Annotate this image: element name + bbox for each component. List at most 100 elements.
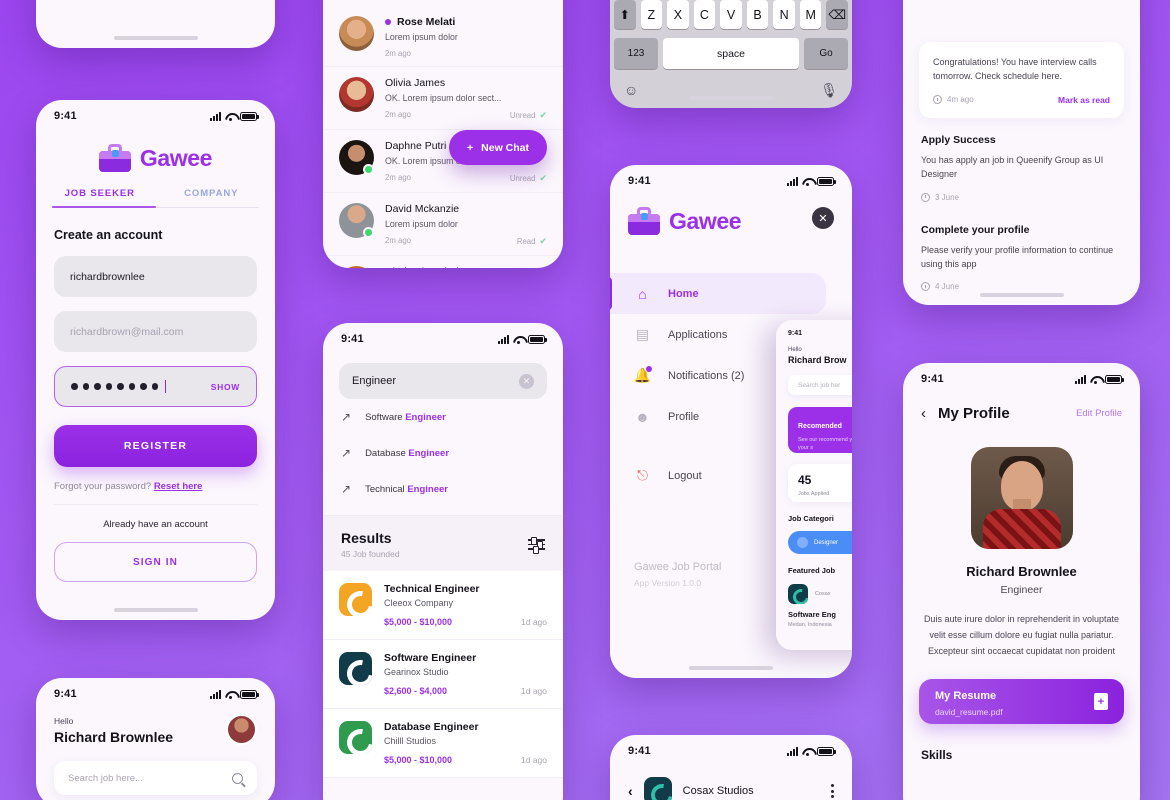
back-icon[interactable]: ‹ <box>628 783 633 799</box>
profile-name: Richard Brownlee <box>966 564 1077 579</box>
forgot-password-label: Forgot your password? <box>54 481 152 492</box>
suggestion-item[interactable]: ↗ Technical Engineer <box>323 471 563 507</box>
go-key[interactable]: Go <box>804 38 848 69</box>
suggestion-prefix: Database <box>365 447 409 459</box>
reset-here-link[interactable]: Reset here <box>154 481 203 492</box>
notification-title: Complete your profile <box>921 223 1030 236</box>
profile-screen: 9:41 ‹ My Profile Edit Profile Richard B… <box>903 363 1140 800</box>
close-icon[interactable]: ✕ <box>812 207 834 229</box>
company-logo-icon <box>643 777 672 800</box>
battery-icon <box>240 111 259 121</box>
notification-card-highlighted[interactable]: Congratulations! You have interview call… <box>919 42 1124 118</box>
search-results-screen: 9:41 Engineer ✕ ↗ Software Engineer ↗ Da… <box>323 323 563 800</box>
register-button[interactable]: REGISTER <box>54 425 257 467</box>
status-bar: 9:41 <box>903 363 1140 389</box>
search-input[interactable]: Search job her <box>788 375 852 395</box>
signal-icon <box>210 689 221 699</box>
featured-jobs-title: Featured Job <box>788 566 836 575</box>
drawer-item-home[interactable]: ⌂ Home <box>610 273 826 314</box>
results-count: 45 Job founded <box>341 549 400 559</box>
tab-company[interactable]: COMPANY <box>156 188 268 207</box>
key-b[interactable]: B <box>746 0 769 29</box>
chat-state: Unread <box>509 111 536 120</box>
edit-profile-link[interactable]: Edit Profile <box>1076 408 1122 419</box>
category-chip-designer[interactable]: Designer <box>788 531 852 554</box>
notification-item[interactable]: Complete your profile Please verify your… <box>903 202 1140 292</box>
jobs-applied-card[interactable]: 45 Jobs Applied <box>788 464 852 502</box>
password-field[interactable]: SHOW <box>54 366 257 407</box>
sign-in-button[interactable]: SIGN IN <box>54 542 257 582</box>
numeric-key[interactable]: 123 <box>614 38 658 69</box>
space-key[interactable]: space <box>663 38 799 69</box>
key-m[interactable]: M <box>799 0 822 29</box>
new-chat-label: New Chat <box>481 141 529 154</box>
more-options-icon[interactable] <box>831 784 834 798</box>
tab-job-seeker[interactable]: JOB SEEKER <box>44 188 156 207</box>
suggestion-match: Engineer <box>407 483 448 495</box>
microphone-icon[interactable]: 🎙 <box>820 82 838 99</box>
job-list-item[interactable]: Technical Engineer Cleeox Company $5,000… <box>323 571 563 640</box>
document-add-icon[interactable] <box>1094 693 1108 711</box>
wifi-icon <box>1090 375 1101 384</box>
status-time: 9:41 <box>628 175 651 187</box>
chat-time: 2m ago <box>385 110 412 119</box>
back-icon[interactable]: ‹ <box>921 405 926 422</box>
username-field[interactable]: richardbrownlee <box>54 256 257 297</box>
chat-list-item[interactable]: Olivia James OK. Lorem ipsum dolor sect.… <box>323 66 563 129</box>
job-list-item[interactable]: Database Engineer Chilll Studios $5,000 … <box>323 709 563 778</box>
job-salary: $5,000 - $10,000 <box>384 617 453 627</box>
wifi-icon <box>225 690 236 699</box>
password-dots <box>71 380 167 393</box>
key-v[interactable]: V <box>720 0 742 29</box>
home-screen-preview[interactable]: 9:41 Hello Richard Brow Search job her R… <box>776 320 852 650</box>
key-z[interactable]: Z <box>640 0 663 29</box>
results-header: Results 45 Job founded <box>323 515 563 571</box>
notification-text: Congratulations! You have interview call… <box>933 57 1097 82</box>
status-time: 9:41 <box>341 333 364 345</box>
notification-time: 4m ago <box>933 95 974 105</box>
key-c[interactable]: C <box>693 0 716 29</box>
chat-list-item[interactable]: Cindy Sinambela <box>323 255 563 268</box>
home-indicator <box>113 36 198 40</box>
resume-card[interactable]: My Resume david_resume.pdf <box>919 679 1124 725</box>
shift-key[interactable]: ⬆ <box>613 0 636 29</box>
suggestion-item[interactable]: ↗ Software Engineer <box>323 399 563 435</box>
results-title: Results <box>341 530 392 546</box>
featured-job-card[interactable]: Cosax Software Eng Medan, Indonesia <box>788 584 852 628</box>
job-list-item[interactable]: Software Engineer Gearinox Studio $2,600… <box>323 640 563 709</box>
navigation-drawer-screen: 9:41 Gawee ✕ ⌂ Home ▤ Applications 🔔 Not… <box>610 165 852 678</box>
app-name: Gawee Job Portal <box>634 561 722 573</box>
new-chat-button[interactable]: + New Chat <box>449 130 547 165</box>
avatar[interactable] <box>226 714 257 745</box>
chat-meta: 2m ago Unread ✔ <box>385 110 547 121</box>
clock-icon <box>921 282 930 292</box>
chat-state: Read <box>516 237 536 246</box>
search-input[interactable]: Engineer ✕ <box>339 363 547 399</box>
check-icon: ✔ <box>539 236 547 246</box>
chat-meta: 2m ago Read ✔ <box>385 236 547 247</box>
emoji-icon[interactable]: ☺ <box>624 82 638 99</box>
arrow-up-right-icon: ↗ <box>341 446 352 460</box>
show-password-button[interactable]: SHOW <box>211 382 240 392</box>
suggestion-item[interactable]: ↗ Database Engineer <box>323 435 563 471</box>
backspace-key[interactable]: ⌫ <box>826 0 849 29</box>
chat-list-item[interactable]: Rose Melati Lorem ipsum dolor 2m ago <box>323 6 563 66</box>
company-detail-screen: 9:41 ‹ Cosax Studios <box>610 735 852 800</box>
filter-icon[interactable] <box>528 535 545 556</box>
promo-card[interactable]: Recomended See our recommend you based y… <box>788 407 852 453</box>
clear-icon[interactable]: ✕ <box>519 373 534 389</box>
keyboard-row-letters: ⬆ Z X C V B N M ⌫ <box>610 0 852 29</box>
job-company: Cleeox Company <box>384 598 454 608</box>
company-logo-icon <box>339 652 372 685</box>
email-field[interactable]: richardbrown@mail.com <box>54 311 257 352</box>
arrow-up-right-icon: ↗ <box>341 482 352 496</box>
key-x[interactable]: X <box>667 0 689 29</box>
mark-as-read-link[interactable]: Mark as read <box>1058 95 1110 105</box>
chat-list-item[interactable]: David Mckanzie Lorem ipsum dolor 2m ago … <box>323 192 563 255</box>
search-input[interactable]: Search job here... <box>54 761 257 795</box>
battery-icon <box>817 176 836 186</box>
resume-file: david_resume.pdf <box>935 707 1003 718</box>
chat-time: 2m ago <box>385 236 412 245</box>
key-n[interactable]: N <box>773 0 795 29</box>
notification-item[interactable]: Apply Success You has apply an job in Qu… <box>903 118 1140 202</box>
